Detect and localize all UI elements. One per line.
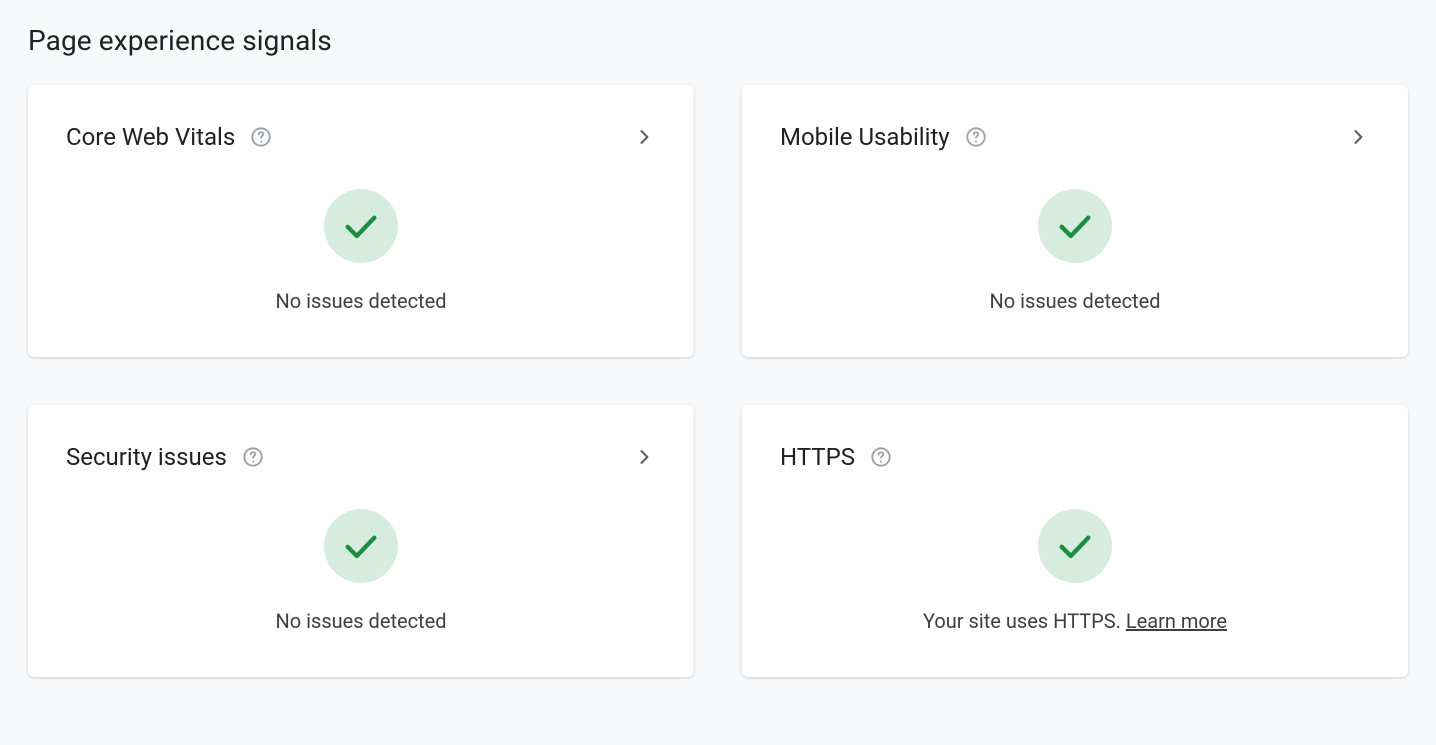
help-icon[interactable]	[241, 445, 265, 469]
status-text: No issues detected	[990, 289, 1161, 313]
card-header: Security issues	[66, 443, 656, 471]
card-title: Mobile Usability	[780, 123, 950, 151]
check-circle-icon	[1038, 509, 1112, 583]
chevron-right-icon	[632, 445, 656, 469]
card-body: No issues detected	[780, 151, 1370, 313]
status-text: Your site uses HTTPS. Learn more	[923, 609, 1227, 633]
check-circle-icon	[324, 189, 398, 263]
section-title: Page experience signals	[28, 24, 1408, 57]
card-body: No issues detected	[66, 471, 656, 633]
card-header: Core Web Vitals	[66, 123, 656, 151]
mobile-usability-card[interactable]: Mobile Usability No issues detect	[742, 85, 1408, 357]
status-text: No issues detected	[276, 289, 447, 313]
chevron-right-icon	[632, 125, 656, 149]
status-prefix: Your site uses HTTPS.	[923, 609, 1126, 633]
status-text: No issues detected	[276, 609, 447, 633]
card-title: HTTPS	[780, 443, 855, 471]
https-card: HTTPS Your site uses HTTPS. Learn more	[742, 405, 1408, 677]
card-header: Mobile Usability	[780, 123, 1370, 151]
card-title: Core Web Vitals	[66, 123, 235, 151]
card-body: Your site uses HTTPS. Learn more	[780, 471, 1370, 633]
signals-grid: Core Web Vitals No issues detecte	[28, 85, 1408, 677]
help-icon[interactable]	[869, 445, 893, 469]
help-icon[interactable]	[964, 125, 988, 149]
check-circle-icon	[324, 509, 398, 583]
card-header: HTTPS	[780, 443, 1370, 471]
chevron-right-icon	[1346, 125, 1370, 149]
check-circle-icon	[1038, 189, 1112, 263]
card-body: No issues detected	[66, 151, 656, 313]
help-icon[interactable]	[249, 125, 273, 149]
security-issues-card[interactable]: Security issues No issues detecte	[28, 405, 694, 677]
learn-more-link[interactable]: Learn more	[1126, 609, 1227, 633]
core-web-vitals-card[interactable]: Core Web Vitals No issues detecte	[28, 85, 694, 357]
card-title: Security issues	[66, 443, 227, 471]
